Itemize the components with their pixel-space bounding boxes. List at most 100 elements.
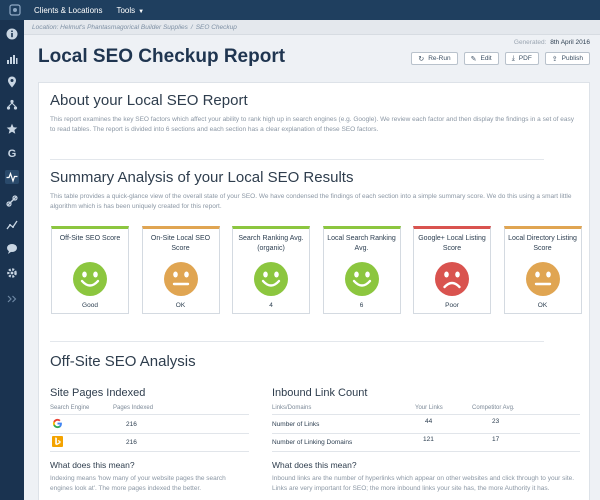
score-value: OK xyxy=(537,302,548,309)
sad-face-icon xyxy=(435,262,469,296)
rerun-label: Re-Run xyxy=(428,55,451,62)
table-divider xyxy=(272,433,580,434)
col-search-engine: Search Engine xyxy=(50,405,90,411)
links-what-heading: What does this mean? xyxy=(272,460,357,470)
happy-face-icon xyxy=(344,262,379,296)
neutral-face-icon xyxy=(163,262,198,296)
pdf-button[interactable]: ⤓ PDF xyxy=(504,52,539,65)
refresh-icon: ↻ xyxy=(418,55,425,63)
col-pages-indexed: Pages Indexed xyxy=(113,405,154,411)
score-local-directory-listing: Local Directory Listing Score OK xyxy=(503,226,582,314)
links-row-competitor: 23 xyxy=(492,418,500,425)
section-divider xyxy=(50,341,544,342)
bar-chart-icon[interactable] xyxy=(5,52,19,66)
score-label: On-Site Local SEO Score xyxy=(150,235,211,252)
download-icon: ⤓ xyxy=(511,54,515,62)
about-text: This report examines the key SEO factors… xyxy=(50,116,575,133)
pdf-label: PDF xyxy=(518,55,532,62)
links-row-yours: 44 xyxy=(425,418,433,425)
star-icon[interactable] xyxy=(5,122,19,136)
links-what-text: Inbound links are the number of hyperlin… xyxy=(272,475,575,492)
pencil-icon: ✎ xyxy=(470,55,477,63)
inbound-links-heading: Inbound Link Count xyxy=(272,387,368,399)
section-divider xyxy=(50,159,544,160)
table-divider xyxy=(272,414,580,415)
menu-clients-label: Clients & Locations xyxy=(34,5,103,15)
expand-sidebar-icon[interactable] xyxy=(5,292,19,306)
score-value: 4 xyxy=(269,302,273,309)
page-title: Local SEO Checkup Report xyxy=(38,46,286,67)
top-navbar: Clients & Locations Tools ▼ xyxy=(0,0,600,20)
score-label: Local Directory Listing Score xyxy=(508,235,577,252)
menu-tools[interactable]: Tools ▼ xyxy=(116,6,144,15)
chevron-down-icon: ▼ xyxy=(138,8,145,15)
score-label: Local Search Ranking Avg. xyxy=(327,235,396,252)
links-row-label: Number of Links xyxy=(272,421,320,428)
about-heading: About your Local SEO Report xyxy=(50,92,248,109)
neutral-face-icon xyxy=(525,262,560,296)
trend-line-icon[interactable] xyxy=(5,218,19,232)
pages-what-text: Indexing means 'how many of your website… xyxy=(50,475,226,492)
generated-date-value: 8th April 2016 xyxy=(550,39,590,46)
score-value: OK xyxy=(175,302,186,309)
info-icon[interactable] xyxy=(5,27,19,41)
table-divider xyxy=(50,433,249,434)
sidebar: G xyxy=(0,20,24,500)
report-card: About your Local SEO Report This report … xyxy=(38,82,590,500)
score-onsite-local-seo: On-Site Local SEO Score OK xyxy=(141,226,220,314)
score-value: Good xyxy=(82,302,98,309)
domains-row-competitor: 17 xyxy=(492,436,500,443)
score-value: 6 xyxy=(359,302,364,309)
menu-tools-label: Tools xyxy=(116,5,136,15)
bing-icon xyxy=(52,436,63,447)
edit-label: Edit xyxy=(480,55,492,62)
table-divider xyxy=(272,451,580,452)
breadcrumb-location-link[interactable]: Location: Helmut's Phantasmagorical Buil… xyxy=(32,24,188,31)
score-search-ranking: Search Ranking Avg. (organic) 4 xyxy=(232,226,310,314)
google-plus-icon[interactable]: G xyxy=(5,146,19,160)
link-icon[interactable] xyxy=(5,194,19,208)
pages-indexed-heading: Site Pages Indexed xyxy=(50,387,146,399)
gear-icon[interactable] xyxy=(5,266,19,280)
sitemap-icon[interactable] xyxy=(5,98,19,112)
domains-row-yours: 121 xyxy=(423,436,434,443)
table-divider xyxy=(50,414,249,415)
publish-button[interactable]: ⇪ Publish xyxy=(544,52,590,65)
pages-indexed-bing: 216 xyxy=(126,439,137,446)
breadcrumb: Location: Helmut's Phantasmagorical Buil… xyxy=(24,20,600,35)
score-label: Off-Site SEO Score xyxy=(59,235,121,242)
summary-text: This table provides a quick-glance view … xyxy=(50,193,572,210)
pages-indexed-google: 216 xyxy=(126,421,137,428)
summary-heading: Summary Analysis of your Local SEO Resul… xyxy=(50,169,354,186)
col-links-domains: Links/Domains xyxy=(272,405,312,411)
rerun-button[interactable]: ↻ Re-Run xyxy=(411,52,458,65)
score-label: Google+ Local Listing Score xyxy=(418,235,486,252)
score-local-search-ranking: Local Search Ranking Avg. 6 xyxy=(322,226,401,314)
offsite-heading: Off-Site SEO Analysis xyxy=(50,353,196,370)
score-google-plus-listing: Google+ Local Listing Score Poor xyxy=(413,226,491,314)
app-logo[interactable] xyxy=(8,3,22,17)
publish-label: Publish xyxy=(561,55,583,62)
domains-row-label: Number of Linking Domains xyxy=(272,439,353,446)
google-icon xyxy=(52,418,63,429)
summary-scores: Off-Site SEO Score Good On-Site Local SE… xyxy=(51,226,582,314)
breadcrumb-current: SEO Checkup xyxy=(195,23,237,31)
generated-date: Generated: 8th April 2016 xyxy=(514,39,590,46)
report-actions: ↻ Re-Run ✎ Edit ⤓ PDF ⇪ Publish xyxy=(405,52,590,65)
happy-face-icon xyxy=(73,262,107,296)
generated-label: Generated: xyxy=(513,39,547,46)
map-marker-icon[interactable] xyxy=(5,75,19,89)
col-competitor-avg: Competitor Avg. xyxy=(472,405,515,411)
table-divider xyxy=(50,451,249,452)
pages-what-heading: What does this mean? xyxy=(50,460,135,470)
breadcrumb-separator: / xyxy=(190,23,193,31)
col-your-links: Your Links xyxy=(415,405,443,411)
edit-button[interactable]: ✎ Edit xyxy=(463,52,499,65)
share-icon: ⇪ xyxy=(551,55,558,63)
comment-icon[interactable] xyxy=(5,242,19,256)
menu-clients-locations[interactable]: Clients & Locations xyxy=(34,6,102,15)
pulse-icon[interactable] xyxy=(5,170,19,184)
score-label: Search Ranking Avg. (organic) xyxy=(238,235,304,252)
score-value: Poor xyxy=(445,302,459,309)
score-offsite-seo: Off-Site SEO Score Good xyxy=(51,226,129,314)
